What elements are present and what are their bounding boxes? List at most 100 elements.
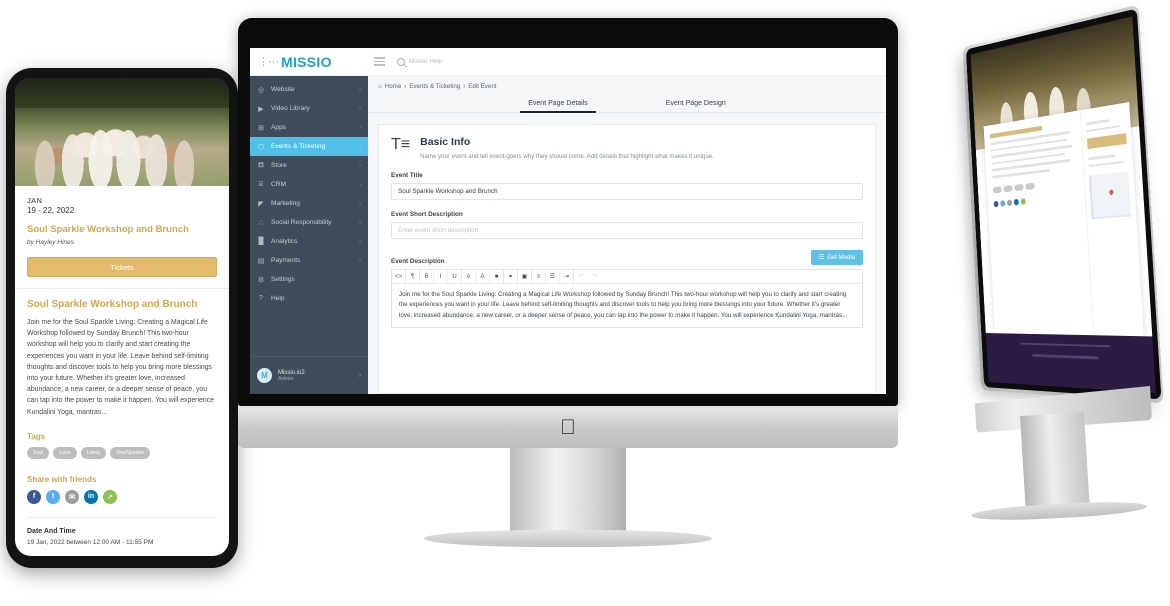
underline-button[interactable]: U bbox=[448, 269, 462, 284]
tickets-button[interactable]: Tickets bbox=[27, 257, 217, 277]
preview-tag bbox=[992, 185, 1002, 193]
sidebar-item-marketing[interactable]: ◤ Marketing › bbox=[250, 194, 368, 213]
tag-item[interactable]: Soul bbox=[27, 446, 50, 459]
image-button[interactable]: ▣ bbox=[518, 269, 532, 284]
rich-text-editor[interactable]: <> ¶ B I U A A ■ ⚭ ▣ ≡ ☰ ⇥ ↶ ↷ Join me f… bbox=[391, 269, 863, 328]
highlight-button[interactable]: ■ bbox=[490, 269, 504, 284]
sidebar-item-label: Apps bbox=[271, 124, 287, 131]
event-page-preview bbox=[970, 16, 1156, 393]
preview-tickets-button bbox=[1086, 133, 1127, 150]
missio-mark-icon: ⋮⋯ bbox=[258, 56, 279, 68]
description-header: Event Description ☲ Get Media bbox=[391, 250, 863, 266]
preview-text-line bbox=[1086, 124, 1120, 133]
bar-chart-icon: █ bbox=[258, 238, 264, 245]
chevron-right-icon[interactable]: › bbox=[359, 373, 361, 379]
preview-text-line bbox=[1088, 154, 1116, 161]
sidebar-item-events-ticketing[interactable]: ⬡ Events & Ticketing › bbox=[250, 137, 368, 156]
chevron-right-icon: › bbox=[359, 257, 361, 264]
sidebar-item-label: Payments bbox=[271, 257, 301, 264]
menu-toggle-icon[interactable] bbox=[374, 57, 385, 66]
sidebar-item-payments[interactable]: ▤ Payments › bbox=[250, 251, 368, 270]
breadcrumb-home[interactable]: Home bbox=[385, 83, 402, 90]
preview-sheet bbox=[983, 102, 1144, 337]
sidebar-item-label: Help bbox=[271, 295, 285, 302]
search-input[interactable]: Missio Help bbox=[409, 58, 443, 65]
brand-logo[interactable]: ⋮⋯ MISSIO bbox=[250, 54, 368, 70]
event-hero-image bbox=[15, 78, 229, 186]
dashboard-body: ◎ Website › ▶ Video Library › ⊞ Apps › ⬡… bbox=[250, 76, 886, 394]
share-icon[interactable]: ↗ bbox=[103, 489, 117, 504]
link-button[interactable]: ⚭ bbox=[504, 269, 518, 284]
get-media-button[interactable]: ☲ Get Media bbox=[810, 250, 863, 266]
avatar: M bbox=[257, 368, 272, 383]
description-textarea[interactable]: Join me for the Soul Sparkle Living: Cre… bbox=[392, 284, 862, 326]
imac-angled-stand-neck bbox=[1020, 412, 1090, 516]
tag-list: Soul Love Living SoulSparkle bbox=[27, 446, 217, 459]
undo-button[interactable]: ↶ bbox=[574, 270, 588, 284]
twitter-icon[interactable]: t bbox=[46, 489, 60, 504]
redo-button[interactable]: ↷ bbox=[588, 270, 602, 284]
email-icon bbox=[1006, 199, 1013, 206]
sidebar-item-website[interactable]: ◎ Website › bbox=[250, 80, 368, 99]
description-label: Event Description bbox=[391, 258, 445, 266]
event-title-input[interactable]: Soul Sparkle Workshop and Brunch bbox=[391, 183, 863, 201]
search-box[interactable]: Missio Help bbox=[397, 57, 443, 66]
align-button[interactable]: ≡ bbox=[532, 269, 546, 284]
share-nodes-icon: ∴ bbox=[258, 219, 264, 227]
event-byline: by Hayley Hines bbox=[27, 239, 74, 246]
user-profile[interactable]: M Missio.io2 Admin › bbox=[250, 356, 368, 394]
tab-event-page-details[interactable]: Event Page Details bbox=[520, 100, 596, 113]
sidebar-item-store[interactable]: ⛾ Store › bbox=[250, 156, 368, 175]
linkedin-icon[interactable]: in bbox=[84, 489, 98, 504]
tags-label: Tags bbox=[27, 431, 46, 441]
preview-text-line bbox=[1088, 160, 1124, 168]
facebook-icon[interactable]: f bbox=[27, 489, 41, 504]
sidebar-item-help[interactable]: ? Help bbox=[250, 289, 368, 308]
bold-button[interactable]: B bbox=[420, 269, 434, 284]
sidebar-item-crm[interactable]: ⌸ CRM › bbox=[250, 175, 368, 194]
sidebar-item-label: Events & Ticketing bbox=[271, 143, 326, 150]
social-share-row: f t ✉ in ↗ bbox=[27, 489, 217, 504]
tab-bar: Event Page Details Event Page Design bbox=[368, 100, 886, 113]
globe-icon: ◎ bbox=[257, 86, 265, 94]
preview-text-line bbox=[991, 144, 1073, 159]
tab-event-page-design[interactable]: Event Page Design bbox=[666, 100, 726, 112]
font-size-button[interactable]: A bbox=[462, 269, 476, 284]
paragraph-button[interactable]: ¶ bbox=[406, 269, 420, 284]
preview-main-column bbox=[984, 110, 1094, 335]
imac-angled-mockup bbox=[895, 2, 1170, 602]
event-card-title: Soul Sparkle Workshop and Brunch bbox=[27, 224, 189, 235]
sidebar-item-apps[interactable]: ⊞ Apps › bbox=[250, 118, 368, 137]
tag-item[interactable]: Living bbox=[80, 446, 107, 459]
short-description-input[interactable]: Enter event short description bbox=[391, 222, 863, 240]
chevron-right-icon: › bbox=[359, 143, 361, 150]
email-icon[interactable]: ✉ bbox=[65, 489, 79, 504]
panel-subtitle: Name your event and tell event-goers why… bbox=[420, 153, 714, 160]
sidebar-item-settings[interactable]: ⚙ Settings bbox=[250, 270, 368, 289]
chevron-right-icon: › bbox=[359, 162, 361, 169]
text-format-icon: T≡ bbox=[391, 136, 411, 153]
apple-logo-icon:  bbox=[560, 417, 576, 438]
preview-tag-row bbox=[992, 178, 1077, 193]
text-color-button[interactable]: A bbox=[476, 269, 490, 284]
share-label: Share with friends bbox=[27, 474, 97, 484]
code-button[interactable]: <> bbox=[392, 269, 406, 284]
sidebar-item-video-library[interactable]: ▶ Video Library › bbox=[250, 99, 368, 118]
tag-item[interactable]: Love bbox=[53, 446, 77, 459]
sidebar-item-label: Analytics bbox=[271, 238, 298, 245]
indent-button[interactable]: ⇥ bbox=[560, 269, 574, 284]
sidebar-item-social-responsibility[interactable]: ∴ Social Responsibility › bbox=[250, 213, 368, 232]
get-media-label: Get Media bbox=[827, 254, 855, 261]
list-button[interactable]: ☰ bbox=[546, 269, 560, 284]
home-icon[interactable]: ⌂ bbox=[378, 83, 382, 90]
video-icon: ▶ bbox=[258, 105, 264, 113]
sidebar-item-analytics[interactable]: █ Analytics › bbox=[250, 232, 368, 251]
panel-title: Basic Info bbox=[420, 136, 471, 148]
chevron-right-icon: › bbox=[359, 200, 361, 207]
preview-footer bbox=[985, 333, 1156, 393]
tag-item[interactable]: SoulSparkle bbox=[110, 446, 151, 459]
breadcrumb-events[interactable]: Events & Ticketing bbox=[409, 83, 460, 90]
datetime-value: 19 Jan, 2022 between 12:00 AM - 11:55 PM bbox=[27, 538, 154, 546]
italic-button[interactable]: I bbox=[434, 269, 448, 284]
breadcrumb-current: Edit Event bbox=[468, 83, 497, 90]
